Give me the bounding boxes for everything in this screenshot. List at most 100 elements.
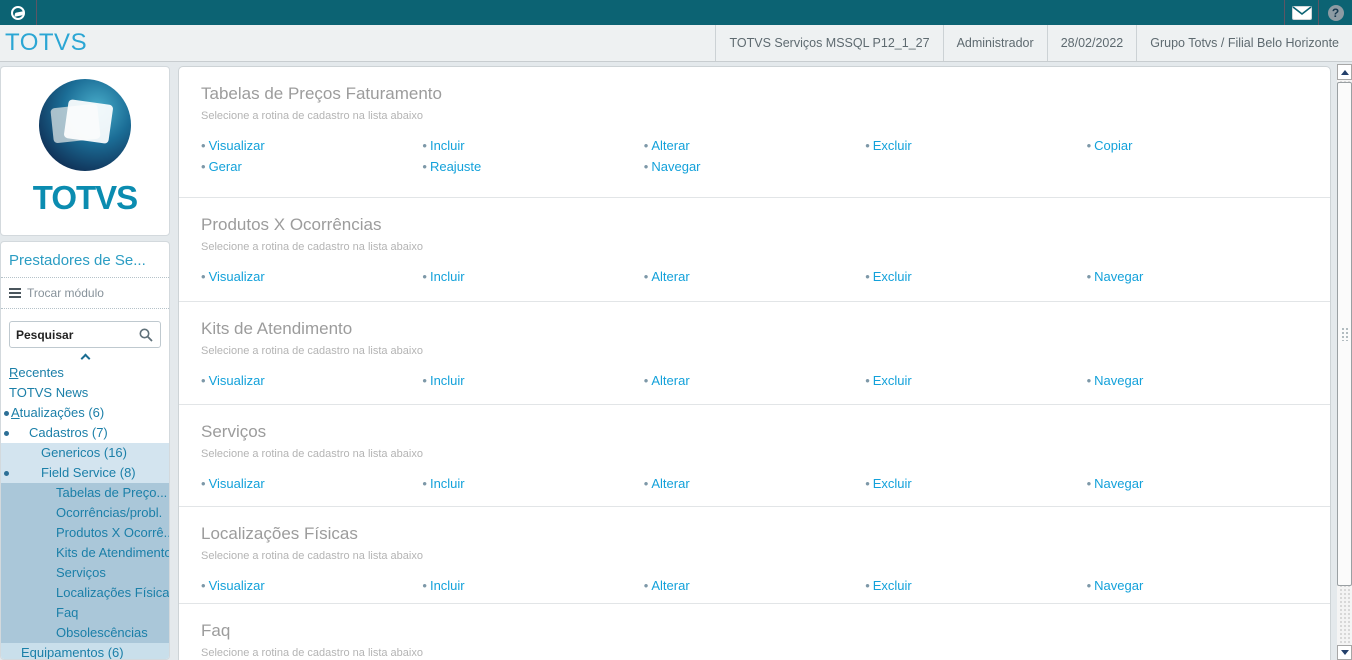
menu-item-localizacoes-fisicas[interactable]: Localizações Físicas [1,583,169,603]
section-actions: • Visualizar • Incluir • Alterar • Excluir •… [201,267,1308,287]
totvs-mark-button[interactable] [0,0,37,25]
chevron-up-icon [80,353,90,364]
action-link-navegar[interactable]: • Navegar [644,157,865,177]
bullet: • [1086,373,1092,388]
triangle-down-icon [1340,650,1349,655]
search-icon[interactable] [139,328,153,342]
action-link-alterar[interactable]: • Alterar [644,576,865,596]
action-link-excluir[interactable]: • Excluir [865,474,1086,494]
action-link-visualizar[interactable]: • Visualizar [201,136,422,156]
bullet: • [422,138,427,153]
change-module-button[interactable]: Trocar módulo [1,278,169,309]
menu-item-faq[interactable]: Faq [1,603,169,623]
action-link-gerar[interactable]: • Gerar [201,157,422,177]
section-subtitle: Selecione a rotina de cadastro na lista … [201,110,423,122]
scroll-up-button[interactable] [1337,64,1352,80]
action-link-navegar[interactable]: • Navegar [1087,371,1308,391]
action-link-incluir[interactable]: • Incluir [422,136,643,156]
vertical-scrollbar[interactable] [1337,64,1352,660]
tree-node-dot [4,431,9,436]
action-link-incluir[interactable]: • Incluir [422,267,643,287]
bullet: • [422,269,427,284]
header: TOTVS TOTVS Serviços MSSQL P12_1_27 Admi… [0,25,1352,62]
section-faq: Faq Selecione a rotina de cadastro na li… [179,603,1330,660]
menu-item-kits-de-atendimento[interactable]: Kits de Atendimento [1,543,169,563]
bullet: • [1086,269,1092,284]
action-link-alterar[interactable]: • Alterar [644,371,865,391]
section-actions: • Visualizar • Incluir • Alterar • Excluir •… [201,136,1308,177]
section-servicos: Serviços Selecione a rotina de cadastro … [179,404,1330,506]
bullet: • [422,159,427,174]
section-title: Serviços [201,422,267,441]
action-link-navegar[interactable]: • Navegar [1087,474,1308,494]
section-subtitle: Selecione a rotina de cadastro na lista … [201,647,423,659]
totvs-sphere-logo [39,79,131,171]
section-subtitle: Selecione a rotina de cadastro na lista … [201,241,423,253]
scroll-down-button[interactable] [1337,645,1352,660]
menu-collapse-handle[interactable] [1,351,169,364]
menu-item-cadastros[interactable]: Cadastros (7) [1,423,169,443]
main-content-panel: Tabelas de Preços Faturamento Selecione … [178,66,1331,660]
totvs-mark-icon [11,5,25,20]
action-link-visualizar[interactable]: • Visualizar [201,474,422,494]
action-link-visualizar[interactable]: • Visualizar [201,267,422,287]
action-link-copiar[interactable]: • Copiar [1087,136,1308,156]
scrollbar-thumb[interactable] [1337,82,1352,586]
menu-item-atualizacoes[interactable]: Atualizações (6) [1,403,169,423]
menu-item-servicos[interactable]: Serviços [1,563,169,583]
action-link-incluir[interactable]: • Incluir [422,474,643,494]
section-title: Kits de Atendimento [201,319,353,338]
triangle-up-icon [1340,69,1349,75]
header-info: TOTVS Serviços MSSQL P12_1_27 Administra… [715,25,1352,61]
section-tabelas-de-precos-faturamento: Tabelas de Preços Faturamento Selecione … [179,67,1330,197]
action-link-excluir[interactable]: • Excluir [865,371,1086,391]
topbar: ? [0,0,1352,25]
section-actions: • Visualizar • Incluir • Alterar • Excluir •… [201,371,1308,391]
menu-item-equipamentos[interactable]: Equipamentos (6) [1,643,169,659]
thumb-grip-icon [1341,327,1350,341]
action-link-excluir[interactable]: • Excluir [865,576,1086,596]
action-link-visualizar[interactable]: • Visualizar [201,371,422,391]
bullet: • [422,373,427,388]
environment-label: TOTVS Serviços MSSQL P12_1_27 [715,25,942,61]
action-link-incluir[interactable]: • Incluir [422,371,643,391]
menu-item-genericos[interactable]: Genericos (16) [1,443,169,463]
menu-search [1,309,169,351]
menu-item-totvs-news[interactable]: TOTVS News [1,383,169,403]
action-link-alterar[interactable]: • Alterar [644,267,865,287]
action-link-reajuste[interactable]: • Reajuste [422,157,643,177]
bullet: • [643,373,649,388]
bullet: • [201,578,206,593]
menu-item-ocorrencias[interactable]: Ocorrências/probl. [1,503,169,523]
menu-item-produtos-x-ocorrencias[interactable]: Produtos X Ocorrê... [1,523,169,543]
module-title: Prestadores de Se... [1,242,169,278]
action-link-visualizar[interactable]: • Visualizar [201,576,422,596]
menu-item-recentes[interactable]: Recentes [1,363,169,383]
action-link-alterar[interactable]: • Alterar [644,474,865,494]
menu-item-field-service[interactable]: Field Service (8) [1,463,169,483]
help-button[interactable]: ? [1318,0,1352,25]
section-produtos-x-ocorrencias: Produtos X Ocorrências Selecione a rotin… [179,197,1330,301]
bullet: • [201,476,206,491]
section-localizacoes-fisicas: Localizações Físicas Selecione a rotina … [179,506,1330,603]
action-link-excluir[interactable]: • Excluir [865,136,1086,156]
bullet: • [1086,476,1092,491]
menu-item-obsolescencias[interactable]: Obsolescências [1,623,169,643]
section-subtitle: Selecione a rotina de cadastro na lista … [201,345,423,357]
action-link-alterar[interactable]: • Alterar [644,136,865,156]
bullet: • [865,138,870,153]
date-label: 28/02/2022 [1046,25,1137,61]
mail-button[interactable] [1284,0,1318,25]
module-menu: Recentes TOTVS News Atualizações (6) Cad… [1,363,169,659]
action-link-excluir[interactable]: • Excluir [865,267,1086,287]
menu-item-tabelas-de-preco[interactable]: Tabelas de Preço... [1,483,169,503]
action-link-navegar[interactable]: • Navegar [1087,576,1308,596]
totvs-wordmark: TOTVS [32,179,138,216]
section-kits-de-atendimento: Kits de Atendimento Selecione a rotina d… [179,301,1330,404]
bullet: • [201,159,206,174]
user-label: Administrador [942,25,1047,61]
action-link-navegar[interactable]: • Navegar [1087,267,1308,287]
action-link-incluir[interactable]: • Incluir [422,576,643,596]
bullet: • [201,269,206,284]
